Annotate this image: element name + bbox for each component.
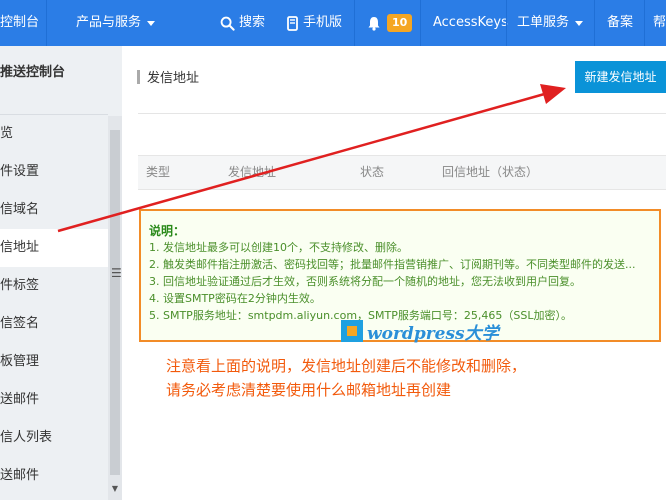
products-menu[interactable]: 产品与服务 xyxy=(76,0,156,46)
watermark-logo-icon xyxy=(341,320,363,342)
column-header-reply-address[interactable]: 回信地址（状态） xyxy=(442,156,538,189)
mobile-icon xyxy=(287,15,298,31)
notice-title: 说明： xyxy=(149,224,186,238)
nav-divider xyxy=(594,0,595,46)
notice-line: 3. 回信地址验证通过后才生效，否则系统将分配一个随机的地址，您无法收到用户回复… xyxy=(149,275,581,288)
chevron-down-icon xyxy=(575,20,584,26)
sidebar-item-send-mail-2[interactable]: 送邮件 xyxy=(0,457,108,495)
bell-icon xyxy=(368,16,380,31)
scroll-down-icon[interactable]: ▼ xyxy=(110,484,120,494)
accesskeys-label: AccessKeys xyxy=(433,15,508,30)
notifications-button[interactable]: 10 xyxy=(367,0,413,46)
help-link[interactable]: 帮 xyxy=(653,0,666,46)
search-button[interactable]: 搜索 xyxy=(220,0,265,46)
nav-divider xyxy=(506,0,507,46)
chevron-down-icon xyxy=(147,20,156,26)
ticket-label: 工单服务 xyxy=(517,15,570,30)
notice-line: 4. 设置SMTP密码在2分钟内生效。 xyxy=(149,292,321,305)
notice-line: 2. 触发类邮件指注册激活、密码找回等；批量邮件指营销推广、订阅期刊等。不同类型… xyxy=(149,258,636,271)
accesskeys-link[interactable]: AccessKeys xyxy=(433,0,508,46)
search-icon xyxy=(220,16,235,31)
search-label: 搜索 xyxy=(239,15,266,30)
sidebar: 推送控制台 览 件设置 信域名 信地址 件标签 信签名 板管理 送邮件 信人列表… xyxy=(0,46,122,500)
sidebar-item-mail-settings[interactable]: 件设置 xyxy=(0,153,108,191)
nav-divider xyxy=(46,0,47,46)
page-title: 发信地址 xyxy=(147,71,200,86)
nav-divider xyxy=(644,0,645,46)
console-link[interactable]: 控制台 xyxy=(0,0,39,46)
new-sender-address-button[interactable]: 新建发信地址 xyxy=(575,61,666,93)
mobile-label: 手机版 xyxy=(303,15,343,30)
ticket-menu[interactable]: 工单服务 xyxy=(517,0,584,46)
sidebar-item-mail-tags[interactable]: 件标签 xyxy=(0,267,108,305)
watermark: wordpress大学 xyxy=(341,318,499,344)
beian-label: 备案 xyxy=(607,15,634,30)
sidebar-item-templates[interactable]: 板管理 xyxy=(0,343,108,381)
sidebar-item-sender-address[interactable]: 信地址 xyxy=(0,229,108,267)
sidebar-item-recipient-list[interactable]: 信人列表 xyxy=(0,419,108,457)
console-label: 控制台 xyxy=(0,15,40,30)
sidebar-item-signature[interactable]: 信签名 xyxy=(0,305,108,343)
header-divider xyxy=(138,113,666,114)
beian-link[interactable]: 备案 xyxy=(607,0,633,46)
column-header-status[interactable]: 状态 xyxy=(360,156,384,189)
nav-divider xyxy=(420,0,421,46)
annotation-line: 注意看上面的说明，发信地址创建后不能修改和删除， xyxy=(166,357,527,375)
collapse-menu-icon[interactable]: ☰ xyxy=(111,266,122,280)
top-nav-bar: 控制台 产品与服务 搜索 手机版 10 AccessKeys 工单服务 备案 帮 xyxy=(0,0,666,46)
page-title-accent xyxy=(137,70,140,84)
nav-divider xyxy=(354,0,355,46)
table-header: 类型 发信地址 状态 回信地址（状态） xyxy=(138,155,666,190)
column-header-sender-address[interactable]: 发信地址 xyxy=(228,156,276,189)
sidebar-item-send-mail[interactable]: 送邮件 xyxy=(0,381,108,419)
annotation-note: 注意看上面的说明，发信地址创建后不能修改和删除， 请务必考虑清楚要使用什么邮箱地… xyxy=(166,354,526,402)
annotation-line: 请务必考虑清楚要使用什么邮箱地址再创建 xyxy=(166,381,452,399)
sidebar-title: 推送控制台 xyxy=(0,65,66,80)
notice-line: 1. 发信地址最多可以创建10个，不支持修改、删除。 xyxy=(149,241,408,254)
sidebar-item-overview[interactable]: 览 xyxy=(0,115,108,153)
notification-count-badge: 10 xyxy=(387,14,413,32)
mobile-link[interactable]: 手机版 xyxy=(287,0,342,46)
help-label: 帮 xyxy=(653,15,666,30)
products-label: 产品与服务 xyxy=(76,15,142,30)
watermark-text: wordpress大学 xyxy=(367,323,499,344)
column-header-type[interactable]: 类型 xyxy=(146,156,170,189)
sidebar-item-sender-domain[interactable]: 信域名 xyxy=(0,191,108,229)
sidebar-scrollbar-thumb[interactable] xyxy=(110,130,120,475)
